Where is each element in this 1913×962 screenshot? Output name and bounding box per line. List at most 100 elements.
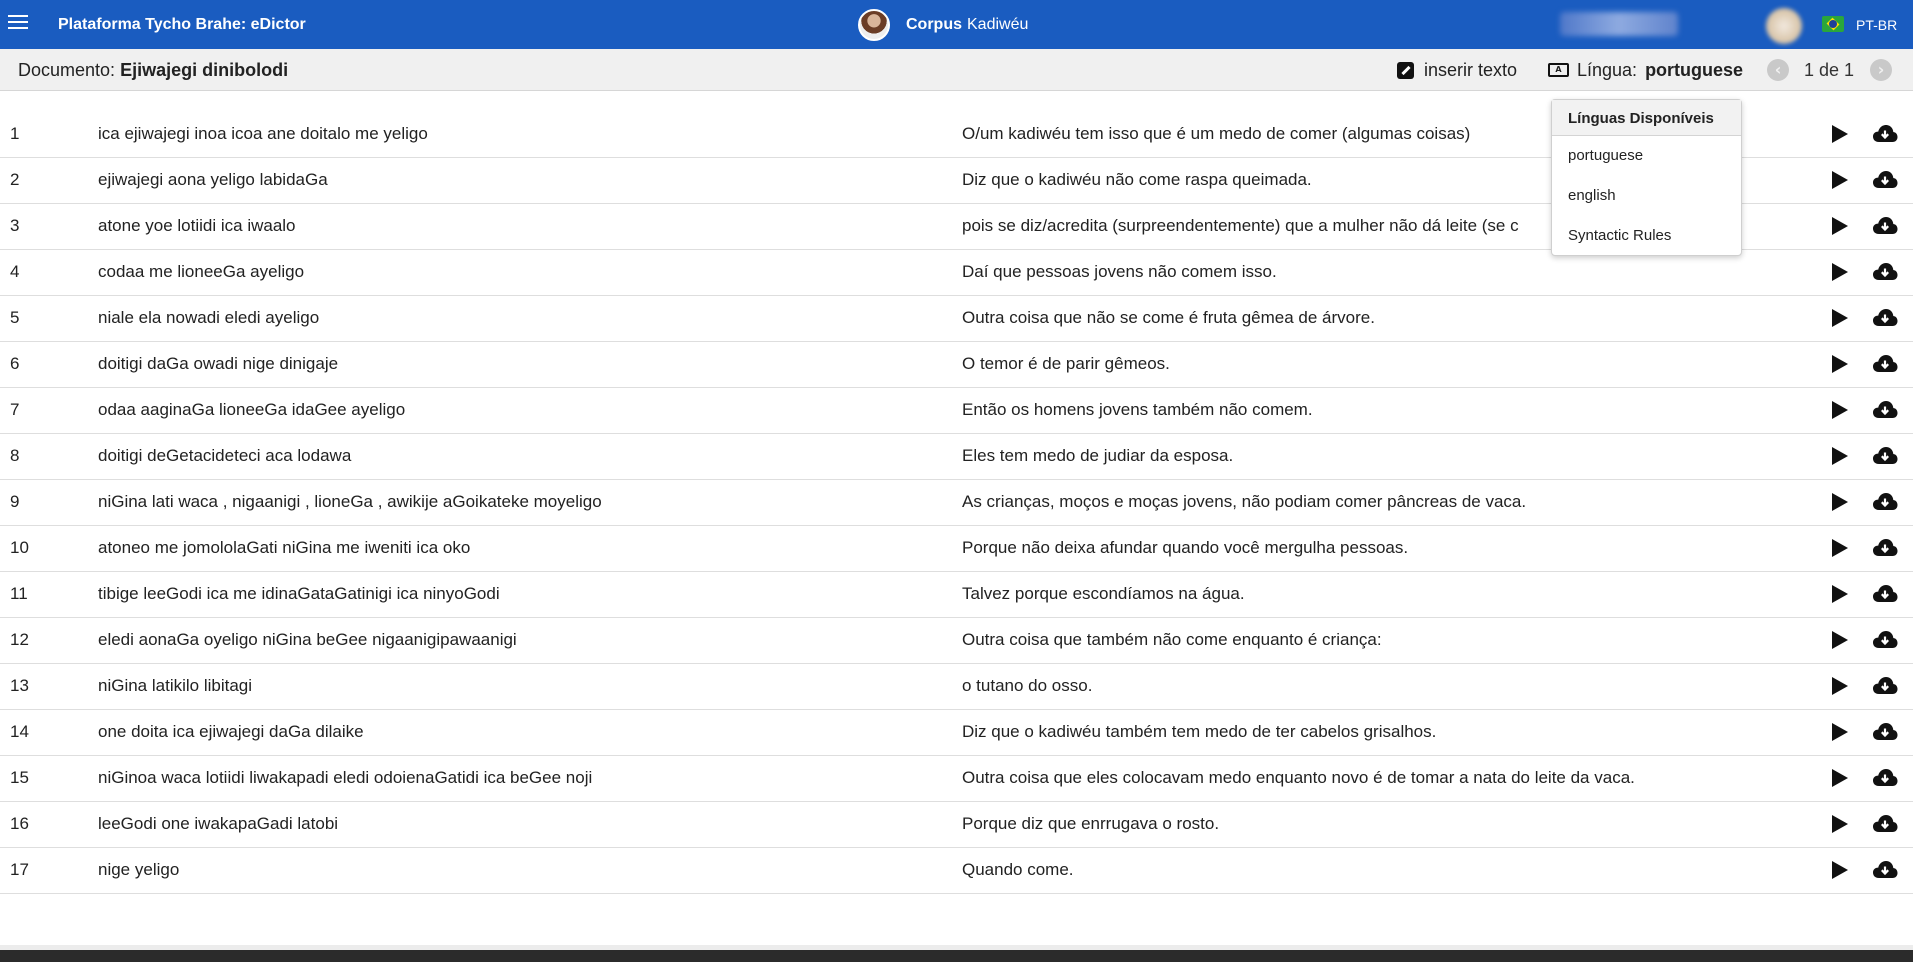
cloud-download-icon[interactable] bbox=[1872, 537, 1898, 559]
cloud-download-icon[interactable] bbox=[1872, 583, 1898, 605]
insert-text-label: inserir texto bbox=[1424, 59, 1518, 80]
document-label: Documento: bbox=[18, 60, 116, 80]
table-row: 7 odaa aaginaGa lioneeGa idaGee ayeligo En… bbox=[0, 388, 1913, 434]
original-text[interactable]: doitigi deGetacideteci aca lodawa bbox=[98, 446, 351, 466]
cloud-download-icon[interactable] bbox=[1872, 261, 1898, 283]
brazil-flag-icon[interactable] bbox=[1822, 16, 1844, 32]
user-avatar[interactable] bbox=[1766, 8, 1802, 44]
app-title[interactable]: Plataforma Tycho Brahe: eDictor bbox=[58, 16, 306, 34]
translation-text[interactable]: Outra coisa que também não come enquanto… bbox=[962, 630, 1382, 650]
cloud-download-icon[interactable] bbox=[1872, 307, 1898, 329]
cloud-download-icon[interactable] bbox=[1872, 859, 1898, 881]
language-option-english[interactable]: english bbox=[1552, 176, 1741, 216]
row-number: 1 bbox=[10, 124, 20, 143]
play-icon[interactable] bbox=[1830, 538, 1848, 558]
cloud-download-icon[interactable] bbox=[1872, 353, 1898, 375]
play-icon[interactable] bbox=[1830, 308, 1848, 328]
translation-text[interactable]: Então os homens jovens também não comem. bbox=[962, 400, 1313, 420]
row-number: 6 bbox=[10, 354, 20, 373]
document-toolbar: Documento: Ejiwajegi dinibolodi inserir … bbox=[0, 49, 1913, 91]
cloud-download-icon[interactable] bbox=[1872, 767, 1898, 789]
table-row: 17 nige yeligo Quando come. bbox=[0, 848, 1913, 894]
play-icon[interactable] bbox=[1830, 814, 1848, 834]
play-icon[interactable] bbox=[1830, 676, 1848, 696]
original-text[interactable]: niGina lati waca , nigaanigi , lioneGa ,… bbox=[98, 492, 602, 512]
corpus-selector[interactable]: Corpus Kadiwéu bbox=[858, 8, 1028, 42]
cloud-download-icon[interactable] bbox=[1872, 169, 1898, 191]
translation-text[interactable]: Porque não deixa afundar quando você mer… bbox=[962, 538, 1408, 558]
original-text[interactable]: nige yeligo bbox=[98, 860, 179, 880]
play-icon[interactable] bbox=[1830, 400, 1848, 420]
translation-text[interactable]: Daí que pessoas jovens não comem isso. bbox=[962, 262, 1277, 282]
translation-text[interactable]: Diz que o kadiwéu não come raspa queimad… bbox=[962, 170, 1312, 190]
dropdown-header: Línguas Disponíveis bbox=[1552, 100, 1741, 136]
row-number: 7 bbox=[10, 400, 20, 419]
original-text[interactable]: niGina latikilo libitagi bbox=[98, 676, 252, 696]
insert-text-button[interactable]: inserir texto bbox=[1397, 58, 1517, 82]
play-icon[interactable] bbox=[1830, 722, 1848, 742]
language-dropdown: Línguas Disponíveis portuguese english S… bbox=[1551, 99, 1742, 256]
translation-text[interactable]: Talvez porque escondíamos na água. bbox=[962, 584, 1245, 604]
original-text[interactable]: atoneo me jomololaGati niGina me iweniti… bbox=[98, 538, 470, 558]
translation-text[interactable]: o tutano do osso. bbox=[962, 676, 1092, 696]
user-name-blurred[interactable] bbox=[1560, 12, 1678, 36]
play-icon[interactable] bbox=[1830, 262, 1848, 282]
play-icon[interactable] bbox=[1830, 860, 1848, 880]
translation-text[interactable]: pois se diz/acredita (surpreendentemente… bbox=[962, 216, 1519, 236]
play-icon[interactable] bbox=[1830, 630, 1848, 650]
original-text[interactable]: niale ela nowadi eledi ayeligo bbox=[98, 308, 319, 328]
cloud-download-icon[interactable] bbox=[1872, 445, 1898, 467]
corpus-avatar bbox=[858, 9, 890, 41]
play-icon[interactable] bbox=[1830, 124, 1848, 144]
original-text[interactable]: doitigi daGa owadi nige dinigaje bbox=[98, 354, 338, 374]
original-text[interactable]: niGinoa waca lotiidi liwakapadi eledi od… bbox=[98, 768, 592, 788]
original-text[interactable]: odaa aaginaGa lioneeGa idaGee ayeligo bbox=[98, 400, 405, 420]
translation-text[interactable]: Diz que o kadiwéu também tem medo de ter… bbox=[962, 722, 1436, 742]
translation-text[interactable]: Quando come. bbox=[962, 860, 1074, 880]
translation-text[interactable]: Eles tem medo de judiar da esposa. bbox=[962, 446, 1233, 466]
original-text[interactable]: ejiwajegi aona yeligo labidaGa bbox=[98, 170, 328, 190]
cloud-download-icon[interactable] bbox=[1872, 399, 1898, 421]
play-icon[interactable] bbox=[1830, 446, 1848, 466]
original-text[interactable]: tibige leeGodi ica me idinaGataGatinigi … bbox=[98, 584, 500, 604]
row-number: 3 bbox=[10, 216, 20, 235]
play-icon[interactable] bbox=[1830, 768, 1848, 788]
page-indicator: 1 de 1 bbox=[1804, 60, 1855, 80]
locale-code[interactable]: PT-BR bbox=[1856, 17, 1897, 33]
table-row: 16 leeGodi one iwakapaGadi latobi Porque d… bbox=[0, 802, 1913, 848]
language-option-syntactic-rules[interactable]: Syntactic Rules bbox=[1552, 216, 1741, 256]
previous-page-button[interactable]: ‹ bbox=[1767, 59, 1789, 81]
hamburger-menu-icon[interactable] bbox=[8, 12, 28, 32]
original-text[interactable]: eledi aonaGa oyeligo niGina beGee nigaan… bbox=[98, 630, 517, 650]
translation-text[interactable]: Outra coisa que eles colocavam medo enqu… bbox=[962, 768, 1635, 788]
cloud-download-icon[interactable] bbox=[1872, 675, 1898, 697]
play-icon[interactable] bbox=[1830, 216, 1848, 236]
translation-text[interactable]: As crianças, moços e moças jovens, não p… bbox=[962, 492, 1526, 512]
cloud-download-icon[interactable] bbox=[1872, 491, 1898, 513]
translation-text[interactable]: Porque diz que enrrugava o rosto. bbox=[962, 814, 1219, 834]
cloud-download-icon[interactable] bbox=[1872, 813, 1898, 835]
original-text[interactable]: one doita ica ejiwajegi daGa dilaike bbox=[98, 722, 364, 742]
language-selector-button[interactable]: A Língua: portuguese bbox=[1548, 58, 1743, 82]
play-icon[interactable] bbox=[1830, 584, 1848, 604]
play-icon[interactable] bbox=[1830, 170, 1848, 190]
play-icon[interactable] bbox=[1830, 354, 1848, 374]
row-number: 14 bbox=[10, 722, 29, 741]
original-text[interactable]: atone yoe lotiidi ica iwaalo bbox=[98, 216, 296, 236]
translation-text[interactable]: Outra coisa que não se come é fruta gême… bbox=[962, 308, 1375, 328]
original-text[interactable]: ica ejiwajegi inoa icoa ane doitalo me y… bbox=[98, 124, 428, 144]
cloud-download-icon[interactable] bbox=[1872, 123, 1898, 145]
language-label: Língua: bbox=[1577, 59, 1638, 80]
next-page-button[interactable]: › bbox=[1870, 59, 1892, 81]
translation-text[interactable]: O temor é de parir gêmeos. bbox=[962, 354, 1170, 374]
play-icon[interactable] bbox=[1830, 492, 1848, 512]
translation-text[interactable]: O/um kadiwéu tem isso que é um medo de c… bbox=[962, 124, 1470, 144]
table-row: 4 codaa me lioneeGa ayeligo Daí que pessoa… bbox=[0, 250, 1913, 296]
language-option-portuguese[interactable]: portuguese bbox=[1552, 136, 1741, 176]
original-text[interactable]: leeGodi one iwakapaGadi latobi bbox=[98, 814, 338, 834]
table-row: 9 niGina lati waca , nigaanigi , lioneGa … bbox=[0, 480, 1913, 526]
cloud-download-icon[interactable] bbox=[1872, 721, 1898, 743]
cloud-download-icon[interactable] bbox=[1872, 629, 1898, 651]
cloud-download-icon[interactable] bbox=[1872, 215, 1898, 237]
original-text[interactable]: codaa me lioneeGa ayeligo bbox=[98, 262, 304, 282]
